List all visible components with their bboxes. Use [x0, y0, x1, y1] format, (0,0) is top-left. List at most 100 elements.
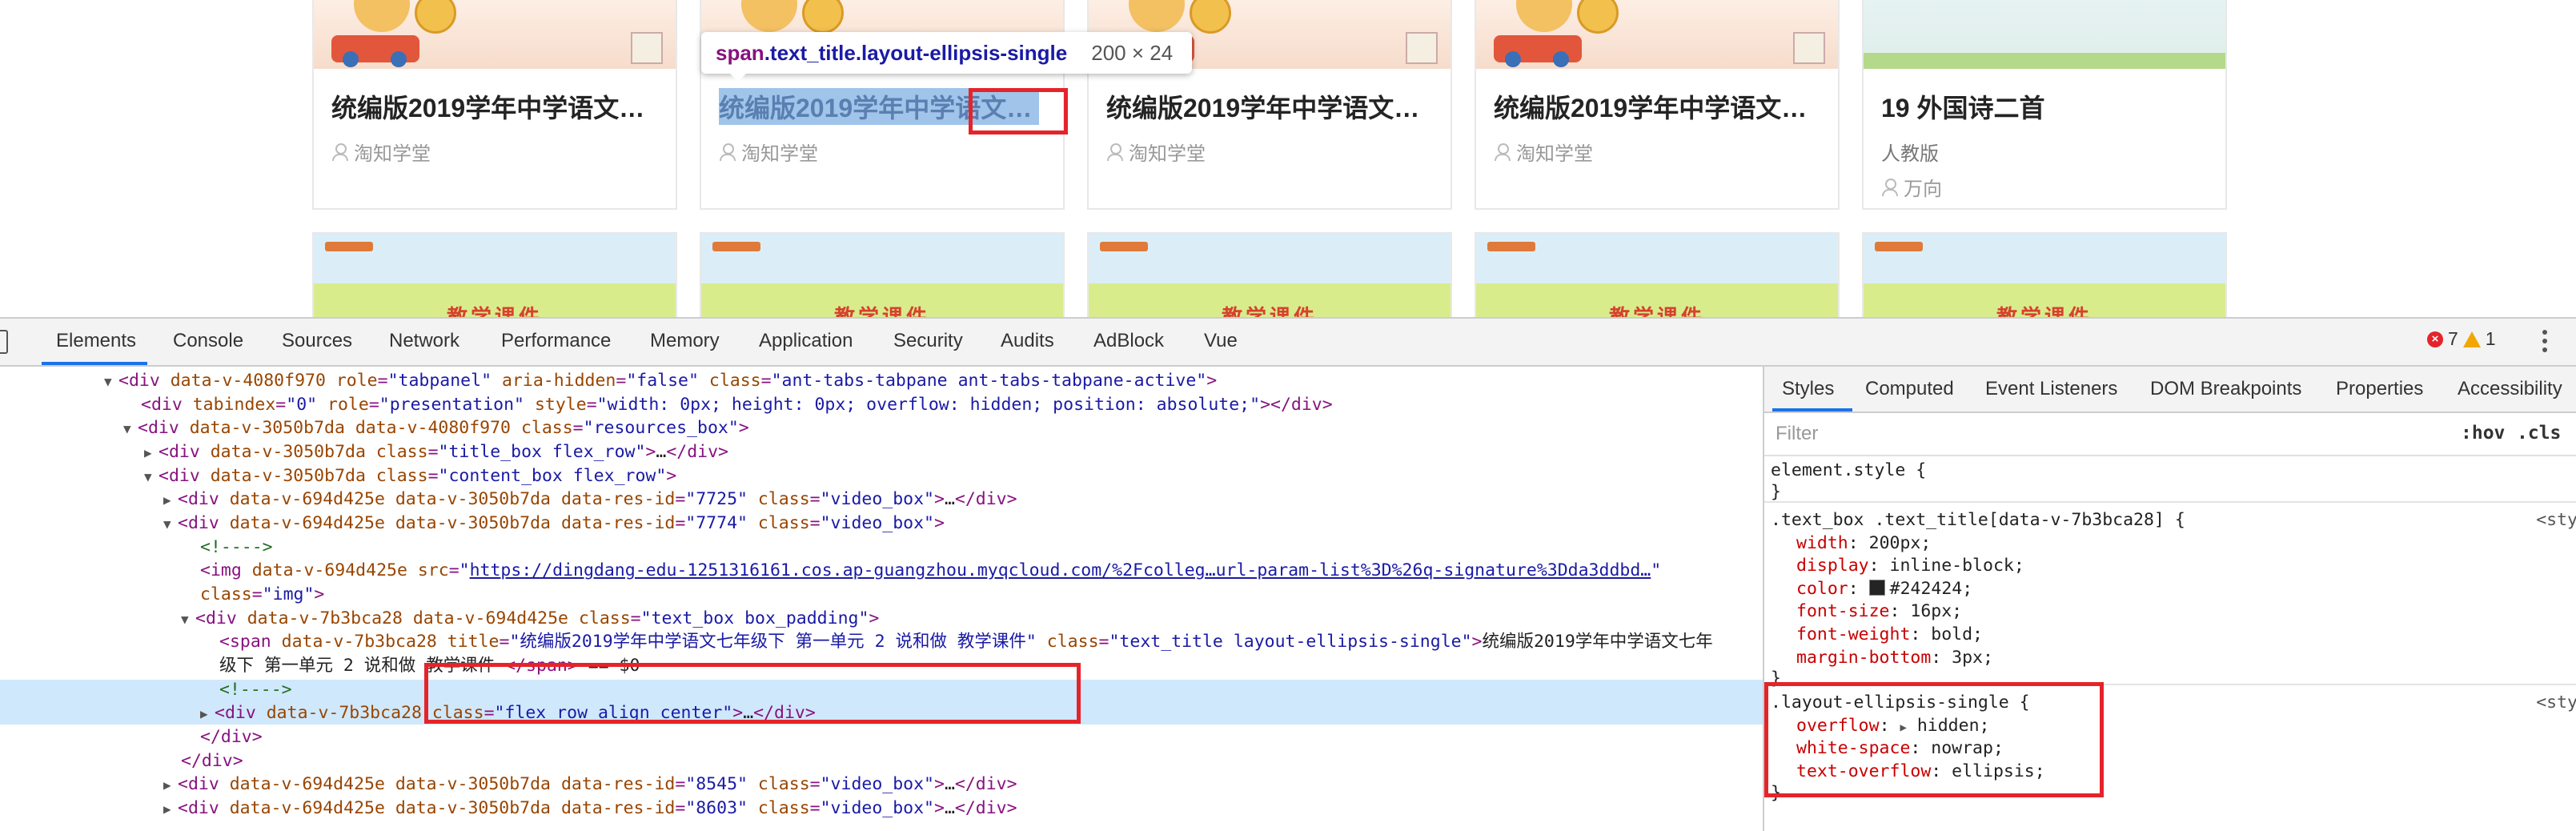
- dom-node-selected[interactable]: <span data-v-7b3bca28 title="统编版2019学年中学…: [219, 630, 1713, 654]
- tab-properties[interactable]: Properties: [2336, 378, 2423, 400]
- tab-dom-breakpoints[interactable]: DOM Breakpoints: [2150, 378, 2301, 400]
- active-subtab-indicator: [1772, 408, 1852, 411]
- active-tab-indicator: [42, 362, 147, 365]
- video-card-5[interactable]: 19 外国诗二首 人教版 万向: [1862, 0, 2227, 210]
- tab-adblock[interactable]: AdBlock: [1093, 330, 1164, 352]
- tab-sources[interactable]: Sources: [282, 330, 352, 352]
- author-name: 淘知学堂: [1516, 143, 1593, 165]
- author-name: 淘知学堂: [1129, 143, 1206, 165]
- styles-pane: Styles Computed Event Listeners DOM Brea…: [1763, 367, 2576, 831]
- dom-node[interactable]: ▶ <div data-v-694d425e data-v-3050b7da da…: [163, 797, 1017, 821]
- user-icon: [719, 143, 736, 161]
- tooltip-classes: .text_title.layout-ellipsis-single: [764, 40, 1068, 65]
- video-card-1[interactable]: 统编版2019学年中学语文… 淘知学堂: [312, 0, 677, 210]
- card-title[interactable]: 统编版2019学年中学语文…: [1494, 88, 1814, 125]
- rule-source[interactable]: <sty: [2536, 509, 2576, 532]
- brand-logo: [1487, 242, 1535, 251]
- dom-node[interactable]: <img data-v-694d425e src="https://dingda…: [200, 559, 1661, 583]
- warning-count: 1: [2485, 328, 2496, 349]
- annotation-red-box: [969, 88, 1068, 134]
- tab-audits[interactable]: Audits: [1001, 330, 1054, 352]
- rule-text-title[interactable]: .text_box .text_title[data-v-7b3bca28] {…: [1764, 503, 2576, 688]
- card-author: 淘知学堂: [1494, 138, 1593, 166]
- css-prop[interactable]: margin-bottom: 3px;: [1796, 647, 1993, 670]
- brand-logo: [1875, 242, 1923, 251]
- warning-icon: [2462, 331, 2481, 347]
- tab-computed[interactable]: Computed: [1865, 378, 1954, 400]
- rule-selector: .text_box .text_title[data-v-7b3bca28] {: [1771, 510, 2185, 530]
- dom-close-tag[interactable]: </div>: [181, 749, 243, 773]
- dom-node[interactable]: ▼ <div data-v-3050b7da class="content_box…: [144, 464, 676, 489]
- video-card-thumb-row2[interactable]: 教学课件: [1475, 232, 1840, 317]
- more-options-icon[interactable]: [2542, 330, 2547, 356]
- card-author: 淘知学堂: [719, 138, 818, 166]
- css-prop[interactable]: color: #242424;: [1796, 578, 1972, 601]
- dom-node[interactable]: ▼ <div data-v-4080f970 role="tabpanel" ar…: [104, 369, 1217, 394]
- css-prop[interactable]: width: 200px;: [1796, 532, 1931, 556]
- rule-source[interactable]: <sty: [2536, 692, 2576, 715]
- rule-element-style[interactable]: element.style { }: [1764, 456, 2576, 503]
- annotation-red-box: [1764, 682, 2104, 797]
- css-prop[interactable]: font-size: 16px;: [1796, 600, 1962, 624]
- author-name: 万向: [1904, 179, 1942, 200]
- devtools-panel: Elements Console Sources Network Perform…: [0, 317, 2576, 831]
- color-swatch[interactable]: [1868, 580, 1885, 596]
- inspect-tooltip: span .text_title.layout-ellipsis-single 20…: [701, 32, 1193, 82]
- card-author: 淘知学堂: [1106, 138, 1206, 166]
- styles-filter-row: Filter :hov .cls: [1764, 413, 2576, 456]
- tab-styles[interactable]: Styles: [1782, 378, 1834, 400]
- card-title[interactable]: 统编版2019学年中学语文…: [1106, 88, 1426, 125]
- tab-network[interactable]: Network: [389, 330, 459, 352]
- video-card-thumb-row2[interactable]: 教学课件: [1862, 232, 2227, 317]
- thumb-caption: 教学课件: [701, 301, 1063, 317]
- card-publisher: 人教版: [1881, 143, 1939, 165]
- cls-toggle[interactable]: .cls: [2517, 423, 2561, 444]
- tab-elements[interactable]: Elements: [56, 330, 136, 352]
- card-thumbnail: [1864, 0, 2225, 69]
- dom-node[interactable]: class="img">: [200, 583, 324, 607]
- dom-node[interactable]: ▶ <div data-v-694d425e data-v-3050b7da da…: [163, 773, 1017, 797]
- elements-tree[interactable]: ▼ <div data-v-4080f970 role="tabpanel" ar…: [0, 367, 1763, 831]
- tab-application[interactable]: Application: [759, 330, 853, 352]
- css-prop[interactable]: font-weight: bold;: [1796, 624, 1983, 647]
- dom-close-tag[interactable]: </div>: [200, 725, 263, 749]
- thumb-caption: 教学课件: [1476, 301, 1838, 317]
- video-card-thumb-row2[interactable]: 教学课件: [312, 232, 677, 317]
- user-icon: [1106, 143, 1123, 161]
- tab-performance[interactable]: Performance: [501, 330, 611, 352]
- card-title[interactable]: 19 外国诗二首: [1881, 88, 2201, 125]
- css-prop[interactable]: display: inline-block;: [1796, 555, 2024, 578]
- video-card-thumb-row2[interactable]: 教学课件: [700, 232, 1065, 317]
- tab-vue[interactable]: Vue: [1204, 330, 1238, 352]
- dom-node[interactable]: ▶ <div data-v-694d425e data-v-3050b7da da…: [163, 488, 1017, 512]
- tab-accessibility[interactable]: Accessibility: [2458, 378, 2562, 400]
- dom-node[interactable]: ▼ <div data-v-7b3bca28 data-v-694d425e cl…: [181, 607, 879, 632]
- thumb-caption: 教学课件: [1089, 301, 1451, 317]
- tab-memory[interactable]: Memory: [650, 330, 720, 352]
- video-card-4[interactable]: 统编版2019学年中学语文… 淘知学堂: [1475, 0, 1840, 210]
- devtools-tabbar: Elements Console Sources Network Perform…: [0, 319, 2576, 367]
- author-name: 淘知学堂: [741, 143, 818, 165]
- video-card-thumb-row2[interactable]: 教学课件: [1087, 232, 1452, 317]
- tooltip-tag: span: [716, 40, 764, 65]
- styles-tabbar: Styles Computed Event Listeners DOM Brea…: [1764, 367, 2576, 413]
- card-title[interactable]: 统编版2019学年中学语文…: [331, 88, 652, 125]
- dom-node[interactable]: <div tabindex="0" role="presentation" st…: [141, 393, 1333, 417]
- dom-comment[interactable]: <!---->: [219, 678, 292, 702]
- page-viewport: 统编版2019学年中学语文… 淘知学堂 统编版2019学年中学语文… 淘知学堂 …: [0, 0, 2576, 317]
- tab-event-listeners[interactable]: Event Listeners: [1985, 378, 2117, 400]
- dom-comment[interactable]: <!---->: [200, 536, 273, 560]
- styles-filter-input[interactable]: Filter: [1776, 423, 1818, 445]
- error-count: 7: [2448, 328, 2458, 349]
- card-thumbnail: [314, 0, 676, 69]
- dock-icon[interactable]: [0, 330, 8, 354]
- tab-console[interactable]: Console: [173, 330, 243, 352]
- error-warning-counter[interactable]: × 7 1: [2427, 328, 2496, 350]
- dom-node[interactable]: ▼ <div data-v-694d425e data-v-3050b7da da…: [163, 512, 945, 536]
- error-icon: ×: [2427, 331, 2443, 347]
- dom-node[interactable]: ▼ <div data-v-3050b7da data-v-4080f970 cl…: [123, 416, 749, 441]
- hov-toggle[interactable]: :hov: [2461, 423, 2505, 444]
- dom-node[interactable]: ▶ <div data-v-3050b7da class="title_box f…: [144, 440, 728, 465]
- card-author: 万向: [1881, 173, 1942, 201]
- tab-security[interactable]: Security: [893, 330, 963, 352]
